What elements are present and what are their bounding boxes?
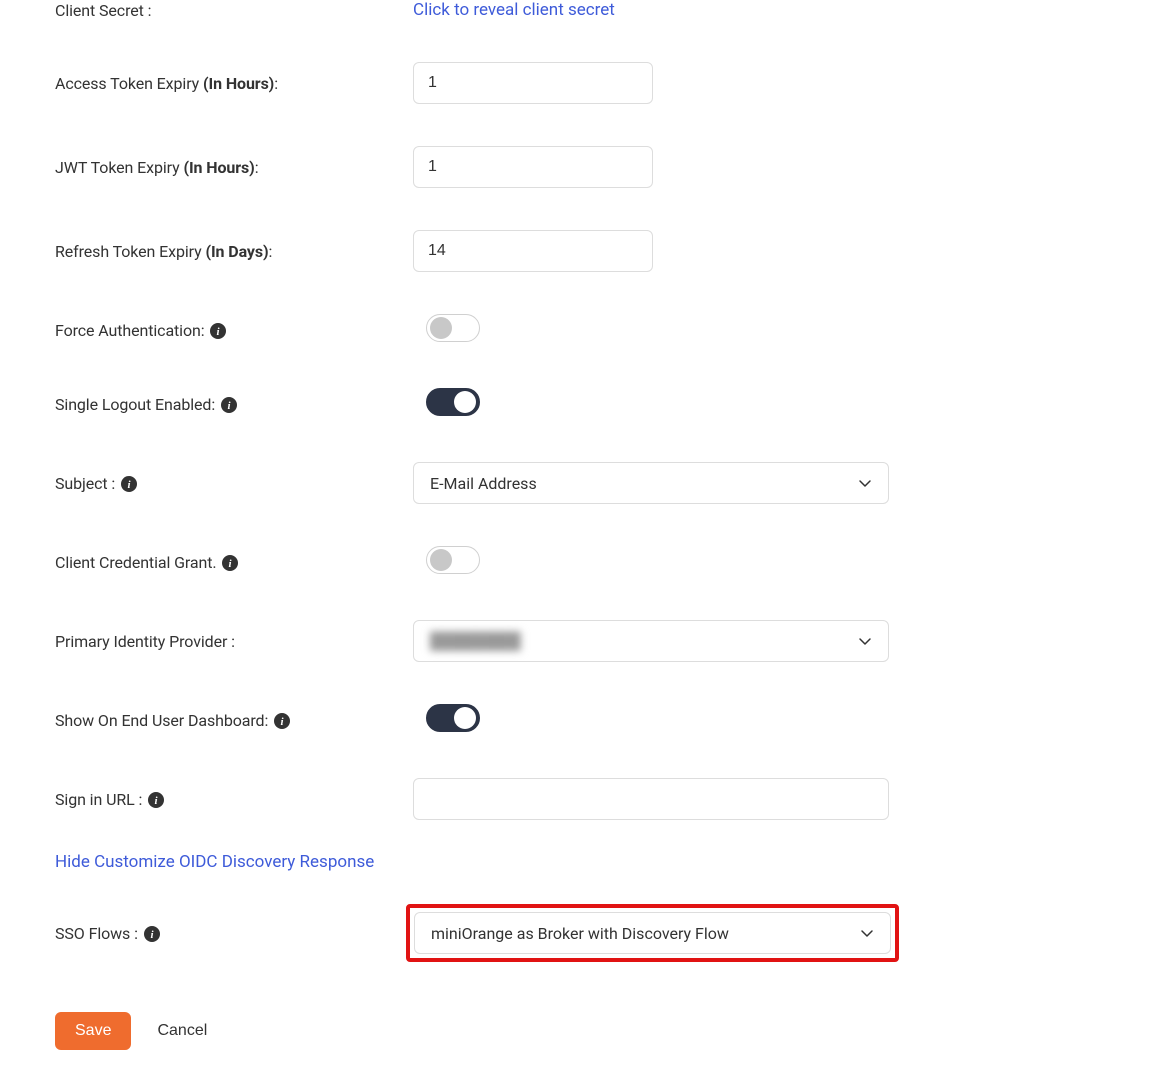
info-icon[interactable]: i: [148, 792, 164, 808]
primary-idp-row: Primary Identity Provider : ████████: [55, 620, 1102, 662]
sso-flows-value: miniOrange as Broker with Discovery Flow: [431, 924, 729, 943]
primary-idp-value: ████████: [430, 631, 521, 651]
force-authentication-toggle[interactable]: [426, 314, 480, 342]
subject-label: Subject :: [55, 474, 119, 493]
cancel-button[interactable]: Cancel: [153, 1012, 211, 1050]
client-credential-label: Client Credential Grant.: [55, 553, 220, 572]
show-dashboard-row: Show On End User Dashboard: i: [55, 704, 1102, 736]
info-icon[interactable]: i: [121, 476, 137, 492]
info-icon[interactable]: i: [210, 323, 226, 339]
jwt-token-expiry-label: JWT Token Expiry: [55, 158, 183, 177]
sso-flows-highlight: miniOrange as Broker with Discovery Flow: [406, 904, 899, 962]
action-buttons-row: Save Cancel: [55, 1012, 1102, 1050]
refresh-token-expiry-label: Refresh Token Expiry: [55, 242, 205, 261]
client-secret-label: Client Secret :: [55, 1, 413, 20]
force-authentication-row: Force Authentication: i: [55, 314, 1102, 346]
access-token-expiry-label: Access Token Expiry: [55, 74, 203, 93]
info-icon[interactable]: i: [144, 926, 160, 942]
access-token-expiry-unit: (In Hours): [203, 74, 274, 93]
signin-url-row: Sign in URL : i: [55, 778, 1102, 820]
refresh-token-expiry-input[interactable]: [413, 230, 653, 272]
signin-url-input[interactable]: [413, 778, 889, 820]
jwt-token-expiry-unit: (In Hours): [183, 158, 254, 177]
subject-row: Subject : i E-Mail Address: [55, 462, 1102, 504]
info-icon[interactable]: i: [222, 555, 238, 571]
primary-idp-label: Primary Identity Provider :: [55, 632, 413, 651]
subject-select[interactable]: E-Mail Address: [413, 462, 889, 504]
single-logout-toggle[interactable]: [426, 388, 480, 416]
show-dashboard-label: Show On End User Dashboard:: [55, 711, 272, 730]
client-secret-reveal-link[interactable]: Click to reveal client secret: [413, 0, 615, 20]
refresh-token-expiry-unit: (In Days): [205, 242, 268, 261]
info-icon[interactable]: i: [221, 397, 237, 413]
sso-flows-select[interactable]: miniOrange as Broker with Discovery Flow: [414, 912, 891, 954]
refresh-token-expiry-row: Refresh Token Expiry (In Days):: [55, 230, 1102, 272]
jwt-token-expiry-input[interactable]: [413, 146, 653, 188]
show-dashboard-toggle[interactable]: [426, 704, 480, 732]
access-token-expiry-input[interactable]: [413, 62, 653, 104]
force-authentication-label: Force Authentication:: [55, 321, 208, 340]
hide-customize-oidc-link[interactable]: Hide Customize OIDC Discovery Response: [55, 852, 374, 872]
jwt-token-expiry-row: JWT Token Expiry (In Hours):: [55, 146, 1102, 188]
info-icon[interactable]: i: [274, 713, 290, 729]
client-credential-row: Client Credential Grant. i: [55, 546, 1102, 578]
primary-idp-select[interactable]: ████████: [413, 620, 889, 662]
client-secret-row: Client Secret : Click to reveal client s…: [55, 0, 1102, 20]
sso-flows-label: SSO Flows :: [55, 924, 142, 943]
access-token-expiry-row: Access Token Expiry (In Hours):: [55, 62, 1102, 104]
single-logout-label: Single Logout Enabled:: [55, 395, 219, 414]
signin-url-label: Sign in URL :: [55, 790, 146, 809]
client-credential-toggle[interactable]: [426, 546, 480, 574]
save-button[interactable]: Save: [55, 1012, 131, 1050]
subject-value: E-Mail Address: [430, 474, 537, 493]
sso-flows-row: SSO Flows : i miniOrange as Broker with …: [55, 904, 1102, 962]
single-logout-row: Single Logout Enabled: i: [55, 388, 1102, 420]
